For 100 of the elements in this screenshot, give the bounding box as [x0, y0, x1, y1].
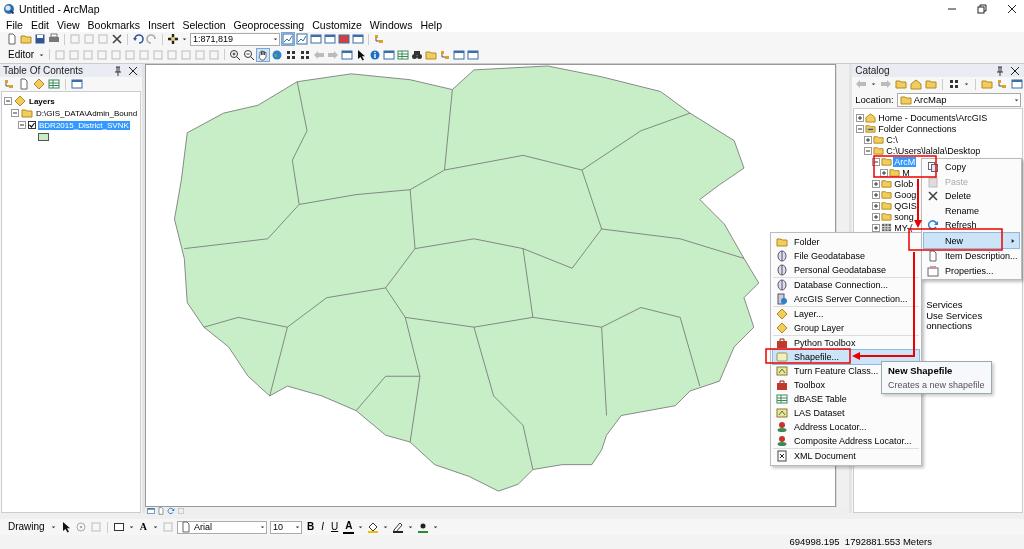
chart-icon[interactable]	[296, 33, 308, 45]
layer-name[interactable]: D:\GIS_DATA\Admin_Bound	[35, 108, 139, 118]
window-icon[interactable]	[453, 48, 466, 61]
window-icon[interactable]	[467, 48, 480, 61]
menu-item[interactable]: New	[924, 232, 1019, 248]
catalog-item[interactable]: Home - Documents\ArcGIS	[877, 112, 989, 123]
menu-item[interactable]: Selection	[178, 18, 230, 31]
menu-item[interactable]: Folder	[773, 235, 919, 249]
close-icon[interactable]	[126, 64, 139, 77]
fixed-zoom-in-icon[interactable]	[285, 48, 298, 61]
options-icon[interactable]	[1011, 78, 1024, 90]
zoom-in-icon[interactable]	[229, 48, 242, 61]
fixed-zoom-out-icon[interactable]	[299, 48, 312, 61]
table-icon[interactable]	[397, 48, 410, 61]
data-view-icon[interactable]	[146, 506, 155, 515]
layer-name[interactable]: Layers	[28, 96, 56, 106]
delete-icon[interactable]	[111, 33, 123, 45]
menu-item[interactable]: Edit	[26, 18, 53, 31]
rectangle-icon[interactable]	[112, 521, 125, 533]
add-data-icon[interactable]	[167, 33, 179, 45]
back-arrow-icon[interactable]	[855, 78, 868, 90]
expand-toggle[interactable]	[872, 212, 881, 221]
menu-item[interactable]: Geoprocessing	[229, 18, 309, 31]
window-icon[interactable]	[310, 33, 322, 45]
expand-toggle[interactable]	[872, 201, 881, 210]
catalog-item[interactable]: onnections	[926, 320, 1022, 331]
menu-item[interactable]: Personal Geodatabase	[773, 263, 919, 277]
save-icon[interactable]	[34, 33, 46, 45]
underline-button[interactable]: U	[328, 521, 341, 533]
collapse-toggle[interactable]	[856, 124, 865, 133]
fill-color-icon[interactable]	[367, 521, 380, 533]
globe-icon[interactable]	[271, 48, 284, 61]
bold-button[interactable]: B	[304, 521, 317, 533]
menu-item[interactable]: dBASE Table	[773, 392, 919, 406]
tree-icon[interactable]	[439, 48, 452, 61]
scale-field[interactable]: 1:871,819	[190, 32, 280, 46]
pan-hand-icon[interactable]	[257, 48, 270, 61]
menu-item[interactable]: Rename	[924, 203, 1019, 218]
menu-item[interactable]: View	[53, 18, 84, 31]
catalog-item[interactable]: Glob	[893, 178, 915, 189]
menu-item[interactable]: Customize	[308, 18, 366, 31]
location-field[interactable]: ArcMap	[896, 92, 1021, 107]
print-icon[interactable]	[48, 33, 60, 45]
menu-item[interactable]: File	[2, 18, 27, 31]
close-icon[interactable]	[1009, 64, 1021, 77]
menu-item[interactable]: LAS Dataset	[773, 406, 919, 420]
catalog-item[interactable]: M	[901, 167, 911, 178]
font-field[interactable]: Arial	[176, 520, 267, 534]
close-icon[interactable]	[1006, 2, 1018, 15]
menu-item[interactable]: Insert	[144, 18, 179, 31]
catalog-item[interactable]: C:\	[885, 134, 899, 145]
italic-button[interactable]: I	[319, 521, 326, 533]
expand-toggle[interactable]	[872, 190, 881, 199]
expand-toggle[interactable]	[856, 113, 865, 122]
expand-toggle[interactable]	[880, 168, 889, 177]
font-size-field[interactable]: 10	[269, 520, 302, 534]
expand-toggle[interactable]	[872, 179, 881, 188]
pin-icon[interactable]	[994, 64, 1006, 77]
line-color-icon[interactable]	[392, 521, 405, 533]
menu-item[interactable]: XML Document	[773, 448, 919, 463]
window-icon[interactable]	[383, 48, 396, 61]
text-tool-button[interactable]: A	[137, 521, 149, 533]
drawing-menu-button[interactable]: Drawing	[6, 521, 47, 533]
editor-menu-button[interactable]: Editor	[6, 49, 37, 60]
view-grid-icon[interactable]	[948, 78, 961, 90]
menu-item[interactable]: Database Connection...	[773, 277, 919, 292]
catalog-item[interactable]: QGIS	[893, 200, 918, 211]
catalog-item[interactable]: Goog	[893, 189, 918, 200]
window-icon[interactable]	[341, 48, 354, 61]
collapse-toggle[interactable]	[864, 146, 873, 155]
collapse-toggle[interactable]	[11, 109, 19, 117]
menu-item[interactable]: Layer...	[773, 306, 919, 321]
restore-icon[interactable]	[976, 2, 988, 15]
visibility-checkbox[interactable]	[28, 121, 36, 129]
catalog-item[interactable]: Services	[926, 299, 1022, 310]
window-icon[interactable]	[352, 33, 364, 45]
binoculars-icon[interactable]	[411, 48, 424, 61]
menu-item[interactable]: Refresh	[924, 218, 1019, 233]
menu-item[interactable]: Properties...	[924, 263, 1019, 278]
options-icon[interactable]	[71, 78, 83, 90]
editor-toolbar-icon[interactable]	[282, 33, 294, 45]
menu-item[interactable]: Address Locator...	[773, 420, 919, 434]
menu-item[interactable]: Delete	[924, 189, 1019, 204]
catalog-item[interactable]: song	[893, 211, 915, 222]
collapse-toggle[interactable]	[18, 121, 26, 129]
menu-item[interactable]: File Geodatabase	[773, 249, 919, 263]
marker-color-icon[interactable]	[417, 521, 430, 533]
catalog-item[interactable]: Use Services	[926, 309, 1022, 320]
catalog-item[interactable]: MY-(	[893, 222, 914, 233]
collapse-toggle[interactable]	[4, 97, 12, 105]
forward-arrow-icon[interactable]	[880, 78, 893, 90]
window-icon[interactable]	[324, 33, 336, 45]
menu-item[interactable]: ArcGIS Server Connection...	[773, 292, 919, 306]
menu-item[interactable]: Item Description...	[924, 248, 1019, 264]
menu-item[interactable]: Windows	[365, 18, 417, 31]
expand-toggle[interactable]	[864, 135, 873, 144]
menu-item[interactable]: Help	[416, 18, 447, 31]
collapse-toggle[interactable]	[872, 157, 881, 166]
window-icon[interactable]	[338, 33, 350, 45]
zoom-out-icon[interactable]	[243, 48, 256, 61]
